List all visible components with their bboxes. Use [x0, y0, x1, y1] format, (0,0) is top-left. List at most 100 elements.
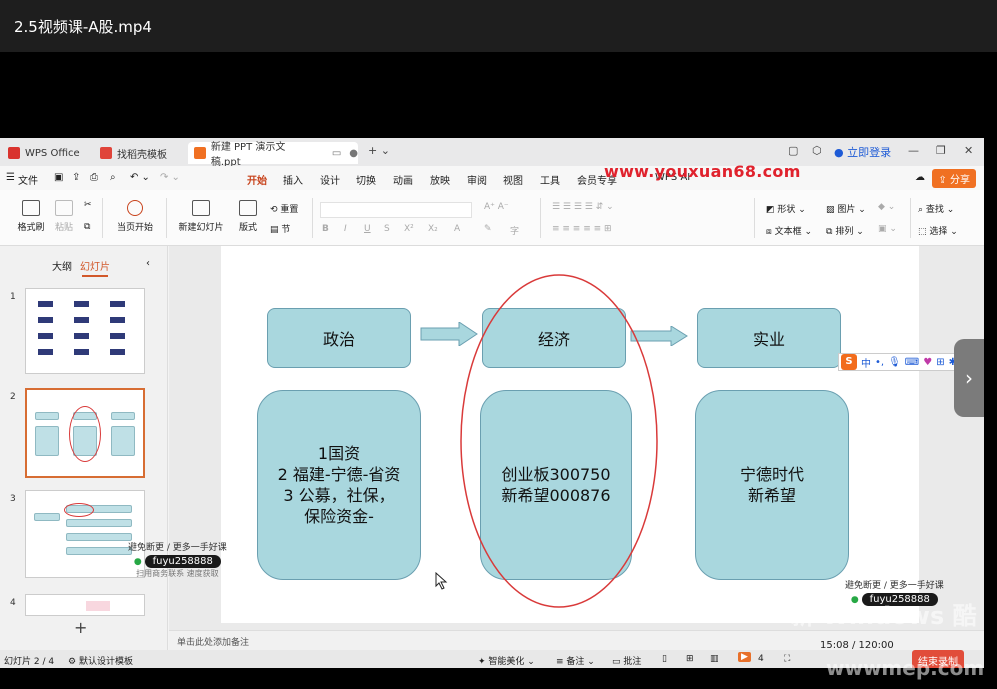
tab-outline[interactable]: 大纲	[52, 258, 72, 273]
arrange-button[interactable]: ⧉ 排列 ⌄	[826, 224, 864, 237]
bold-icon[interactable]: B	[322, 224, 329, 234]
slide-thumbnail-panel: 大纲 幻灯片 ‹ 1 2 3 4 +	[0, 246, 168, 650]
char-spacing-icon[interactable]: 字	[510, 224, 519, 237]
menu-insert[interactable]: 插入	[283, 172, 303, 187]
strike-icon[interactable]: S	[384, 224, 390, 234]
skin-icon[interactable]: ♥	[923, 357, 932, 368]
reading-view-icon[interactable]: ▥	[710, 654, 719, 664]
section-button[interactable]: ▤ 节	[270, 222, 290, 235]
format-painter-button[interactable]: 格式刷	[14, 200, 48, 233]
slide-thumbnail-2[interactable]	[25, 388, 145, 478]
highlight-ellipse[interactable]	[457, 272, 661, 612]
tab-ppt-document[interactable]: 新建 PPT 演示文稿.ppt ▭ ●	[188, 142, 358, 168]
restore-icon[interactable]: ❐	[936, 144, 946, 157]
divider	[540, 198, 541, 238]
box-politics-detail[interactable]: 1国资 2 福建-宁德-省资 3 公募，社保， 保险资金-	[257, 390, 421, 580]
menu-review[interactable]: 审阅	[467, 172, 487, 187]
microphone-icon[interactable]: 🎙	[888, 357, 901, 368]
minimize-icon[interactable]: —	[908, 144, 919, 157]
slide-thumbnail-1[interactable]	[25, 288, 145, 374]
tab-wps-office[interactable]: WPS Office	[2, 142, 86, 164]
layout-icon[interactable]: ▢	[788, 144, 798, 157]
scissors-icon[interactable]: ✂	[84, 200, 92, 210]
shape-button[interactable]: ◩ 形状 ⌄	[766, 202, 806, 215]
outline-icon[interactable]: ▣ ⌄	[878, 224, 897, 234]
superscript-icon[interactable]: X²	[404, 224, 414, 234]
menu-view[interactable]: 视图	[503, 172, 523, 187]
new-tab-plus-icon[interactable]: + ⌄	[368, 144, 390, 157]
box-industry[interactable]: 实业	[697, 308, 841, 368]
box-politics[interactable]: 政治	[267, 308, 411, 368]
ime-mode[interactable]: 中	[861, 355, 871, 370]
design-template-button[interactable]: ⚙ 默认设计模板	[68, 654, 133, 667]
layout-icon	[239, 200, 257, 216]
italic-icon[interactable]: I	[344, 224, 347, 234]
share-button[interactable]: ⇪ 分享	[932, 169, 976, 188]
collapse-panel-icon[interactable]: ‹	[146, 258, 150, 269]
highlight-icon[interactable]: ✎	[484, 224, 492, 234]
underline-icon[interactable]: U	[364, 224, 371, 234]
smart-beautify-button[interactable]: ✦ 智能美化 ⌄	[478, 654, 535, 667]
website-watermark: www.youxuan68.com	[604, 162, 801, 181]
dot-icon: ●	[349, 147, 358, 159]
tab-template[interactable]: 找稻壳模板	[94, 142, 186, 164]
menu-slideshow[interactable]: 放映	[430, 172, 450, 187]
ppt-file-icon	[194, 147, 206, 159]
save-icon[interactable]: ▣	[54, 172, 63, 183]
menu-design[interactable]: 设计	[320, 172, 340, 187]
divider	[102, 198, 103, 238]
clipboard-icon	[55, 200, 73, 216]
find-button[interactable]: ⌕ 查找 ⌄	[918, 202, 954, 215]
sorter-view-icon[interactable]: ⊞	[686, 654, 694, 664]
fill-icon[interactable]: ◆ ⌄	[878, 202, 895, 212]
cube-icon[interactable]: ⬡	[812, 144, 822, 157]
keyboard-icon[interactable]: ⌨	[905, 357, 919, 368]
layout-button[interactable]: 版式	[232, 200, 264, 233]
align-icon[interactable]: ≡ ≡ ≡ ≡ ≡ ⊞	[552, 224, 612, 234]
menu-tools[interactable]: 工具	[540, 172, 560, 187]
paste-button[interactable]: 粘贴	[50, 200, 78, 233]
play-slideshow-icon[interactable]: ▶	[738, 652, 751, 662]
login-button[interactable]: ● 立即登录	[834, 144, 891, 160]
add-slide-icon[interactable]: +	[74, 618, 87, 637]
notes-button[interactable]: ≡ 备注 ⌄	[556, 654, 595, 667]
bullet-list-icon[interactable]: ☰ ☰ ☰ ☰ ⇵ ⌄	[552, 202, 614, 212]
font-size-up-icon[interactable]: A⁺ A⁻	[484, 202, 509, 212]
box-industry-detail[interactable]: 宁德时代 新希望	[695, 390, 849, 580]
input-method-toolbar[interactable]: S 中 •, 🎙 ⌨ ♥ ⊞ ✱	[838, 353, 960, 371]
cloud-icon[interactable]: ☁	[915, 172, 925, 183]
menu-start[interactable]: 开始	[247, 172, 267, 192]
hamburger-icon[interactable]: ☰	[6, 172, 15, 183]
redo-icon[interactable]: ↷ ⌄	[160, 172, 180, 183]
preview-icon[interactable]: ⌕	[110, 172, 116, 183]
divider	[910, 198, 911, 238]
print-icon[interactable]: ⎙	[90, 172, 98, 183]
slide-thumbnail-4[interactable]	[25, 594, 145, 616]
select-button[interactable]: ⬚ 选择 ⌄	[918, 224, 958, 237]
next-page-chevron-icon[interactable]: ›	[954, 339, 984, 417]
menu-transition[interactable]: 切换	[356, 172, 376, 187]
punctuation-icon[interactable]: •,	[875, 357, 884, 368]
play-current-button[interactable]: 当页开始	[110, 200, 160, 233]
font-family-select[interactable]	[320, 202, 472, 218]
close-window-icon[interactable]: ✕	[964, 144, 973, 157]
fit-window-icon[interactable]: ⛶	[784, 654, 790, 664]
copy-icon[interactable]: ⧉	[84, 222, 90, 232]
tab-slides[interactable]: 幻灯片	[80, 258, 110, 277]
picture-button[interactable]: ▨ 图片 ⌄	[826, 202, 866, 215]
new-slide-button[interactable]: 新建幻灯片	[172, 200, 230, 233]
reset-button[interactable]: ⟲ 重置	[270, 202, 298, 215]
menu-animation[interactable]: 动画	[393, 172, 413, 187]
undo-icon[interactable]: ↶ ⌄	[130, 172, 150, 183]
menu-file[interactable]: 文件	[18, 172, 38, 187]
subscript-icon[interactable]: X₂	[428, 224, 438, 234]
toolbox-icon[interactable]: ⊞	[936, 357, 944, 368]
normal-view-icon[interactable]: ▯	[662, 654, 667, 664]
slide-thumbnail-3[interactable]	[25, 490, 145, 578]
comments-button[interactable]: ▭ 批注	[612, 654, 641, 667]
font-color-icon[interactable]: A	[454, 224, 460, 234]
slide-canvas[interactable]: 政治 经济 实业 1国资 2 福建-宁德-省资 3 公募，社保， 保险资金- 创…	[221, 246, 919, 623]
textbox-button[interactable]: ⧈ 文本框 ⌄	[766, 224, 812, 237]
export-icon[interactable]: ⇪	[72, 172, 80, 183]
monitor-icon[interactable]: ▭	[332, 148, 341, 159]
